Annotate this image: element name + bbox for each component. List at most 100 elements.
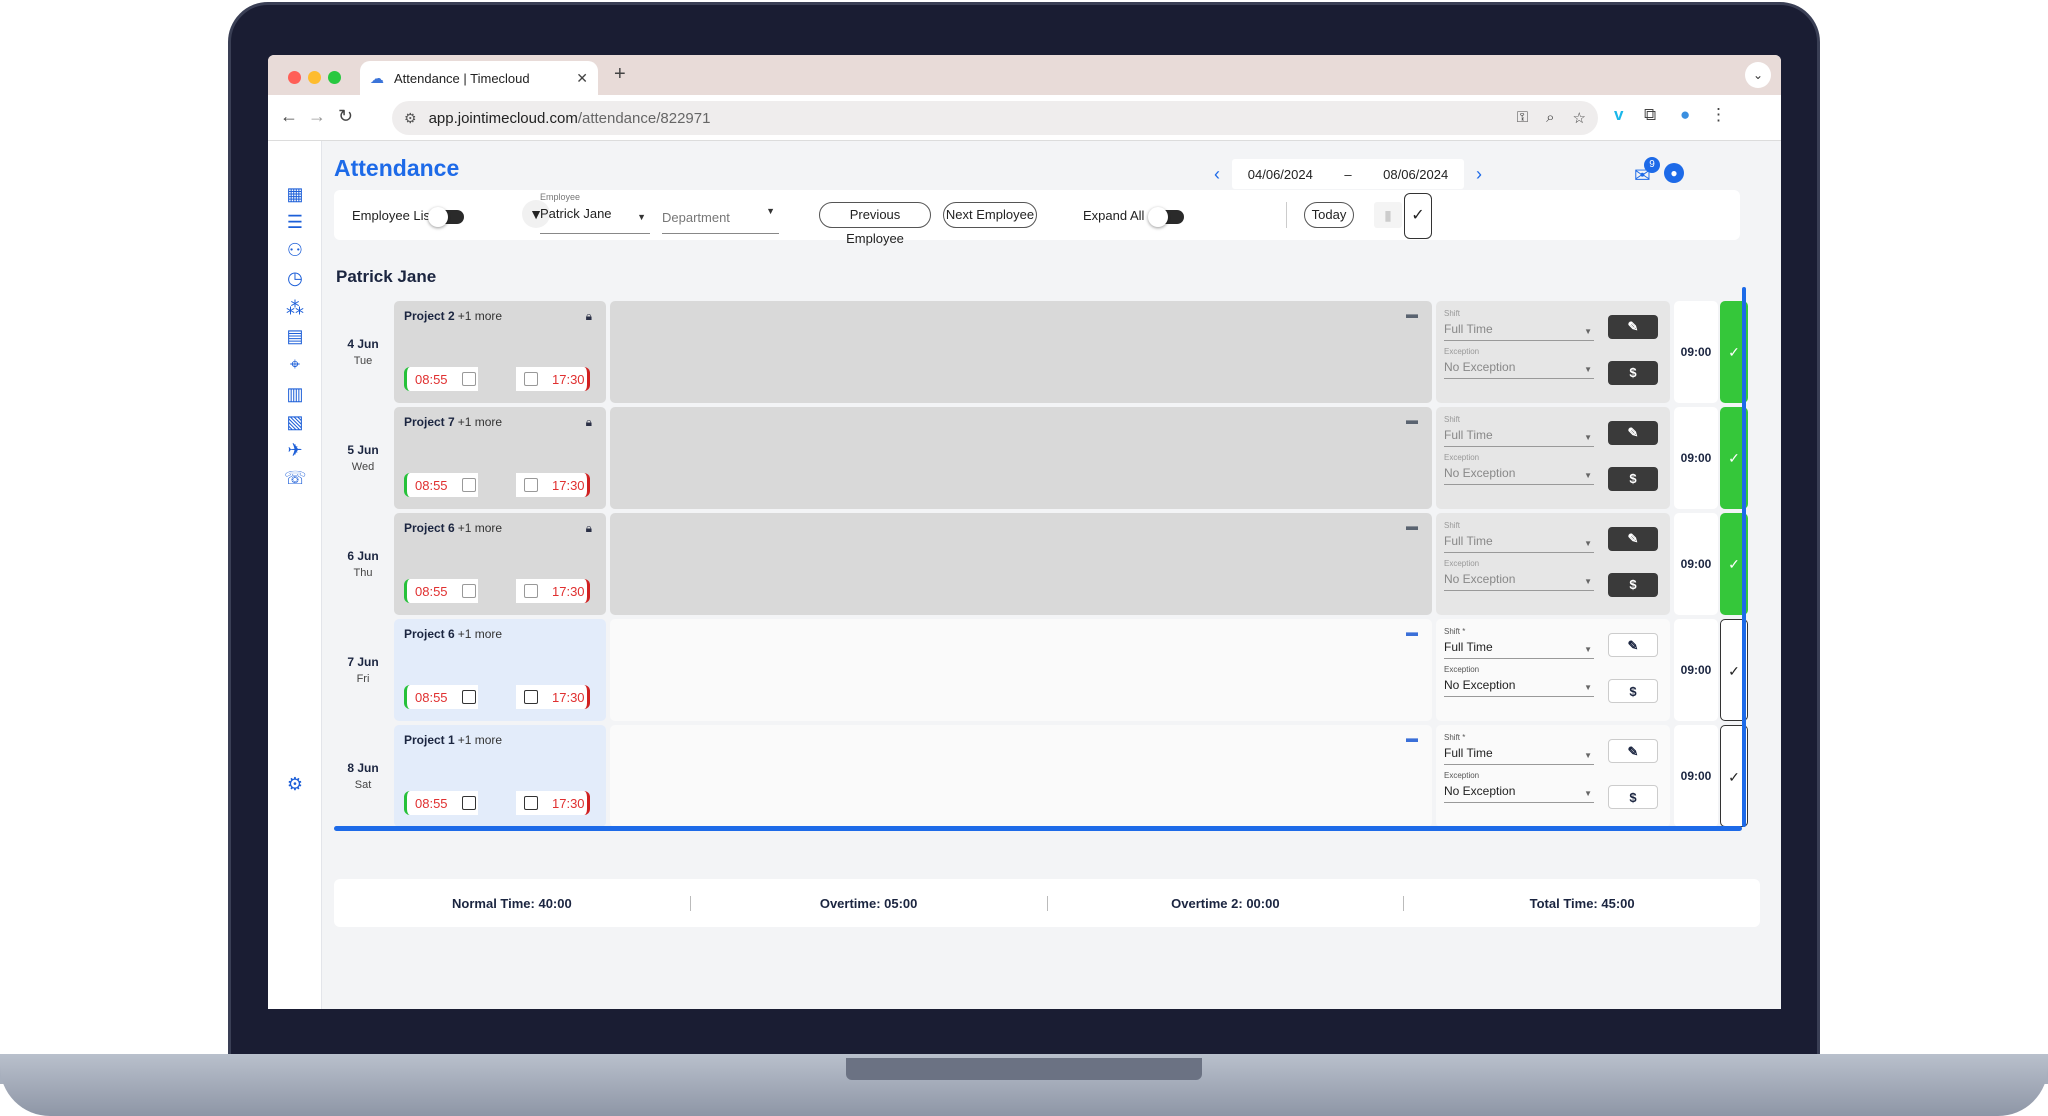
notes-area[interactable]: ▬ <box>610 619 1432 721</box>
expand-all-toggle[interactable] <box>1148 207 1184 227</box>
comment-icon[interactable]: ▬ <box>1406 413 1418 427</box>
expense-button[interactable]: $ <box>1608 467 1658 491</box>
project-more[interactable]: +1 more <box>458 415 502 429</box>
previous-period-icon[interactable]: ‹ <box>1202 164 1232 185</box>
project-more[interactable]: +1 more <box>458 521 502 535</box>
clock-out-field[interactable]: 17:30 <box>516 579 590 603</box>
password-key-icon[interactable]: ⚿ <box>1517 109 1528 127</box>
forward-icon[interactable]: → <box>308 106 326 127</box>
notes-area[interactable]: ▬ <box>610 301 1432 403</box>
clock-out-checkbox[interactable] <box>524 478 538 492</box>
clock-in-field[interactable]: 08:55 <box>404 791 478 815</box>
browser-menu-icon[interactable]: ⋮ <box>1710 105 1727 125</box>
address-bar[interactable]: ⚙ app.jointimecloud.com/attendance/82297… <box>392 101 1598 135</box>
extensions-puzzle-icon[interactable]: ⧉ <box>1644 105 1656 125</box>
project-more[interactable]: +1 more <box>458 309 502 323</box>
document-icon[interactable]: ▧ <box>284 411 306 433</box>
shift-select[interactable]: Shift * Full Time ▼ <box>1444 627 1594 659</box>
clock-out-field[interactable]: 17:30 <box>516 367 590 391</box>
comment-icon[interactable]: ▬ <box>1406 307 1418 321</box>
expense-button[interactable]: $ <box>1608 785 1658 809</box>
maximize-window-button[interactable] <box>328 71 341 84</box>
exception-select[interactable]: Exception No Exception ▼ <box>1444 665 1594 697</box>
comment-icon[interactable]: ▬ <box>1406 625 1418 639</box>
list-icon[interactable]: ☰ <box>284 211 306 233</box>
group-icon[interactable]: ⁂ <box>284 297 306 319</box>
clock-icon[interactable]: ◷ <box>284 267 306 289</box>
clock-in-field[interactable]: 08:55 <box>404 367 478 391</box>
team-icon[interactable]: ⚇ <box>284 239 306 261</box>
clock-in-field[interactable]: 08:55 <box>404 579 478 603</box>
clock-in-checkbox[interactable] <box>461 690 476 704</box>
edit-button[interactable]: ✎ <box>1608 633 1658 657</box>
phone-icon[interactable]: ☏ <box>284 467 307 489</box>
new-tab-button[interactable]: + <box>614 63 626 86</box>
site-info-icon[interactable]: ⚙ <box>404 110 417 127</box>
project-card[interactable]: Project 1 +1 more 08:55 17:30 <box>394 725 606 827</box>
expense-button[interactable]: $ <box>1608 679 1658 703</box>
close-window-button[interactable] <box>288 71 301 84</box>
date-range-field[interactable]: 04/06/2024 – 08/06/2024 <box>1232 159 1464 189</box>
flight-icon[interactable]: ✈ <box>284 439 306 461</box>
project-more[interactable]: +1 more <box>458 733 502 747</box>
minimize-window-button[interactable] <box>308 71 321 84</box>
clock-out-checkbox[interactable] <box>524 690 538 704</box>
previous-employee-button[interactable]: Previous Employee <box>819 202 931 246</box>
project-more[interactable]: +1 more <box>458 627 502 641</box>
shift-select[interactable]: Shift Full Time ▼ <box>1444 309 1594 341</box>
employee-list-toggle[interactable] <box>428 207 464 227</box>
exception-select[interactable]: Exception No Exception ▼ <box>1444 771 1594 803</box>
shift-select[interactable]: Shift * Full Time ▼ <box>1444 733 1594 765</box>
project-card[interactable]: Project 6 +1 more 🔒︎ 08:55 17:30 <box>394 513 606 615</box>
horizontal-scrollbar[interactable] <box>334 826 1742 831</box>
edit-button[interactable]: ✎ <box>1608 315 1658 339</box>
calendar-icon[interactable]: ▤ <box>284 325 306 347</box>
clock-in-checkbox[interactable] <box>461 478 476 492</box>
project-card[interactable]: Project 7 +1 more 🔒︎ 08:55 17:30 <box>394 407 606 509</box>
approve-all-button[interactable]: ✓ <box>1404 193 1432 239</box>
edit-button[interactable]: ✎ <box>1608 421 1658 445</box>
clock-in-field[interactable]: 08:55 <box>404 473 478 497</box>
clock-out-field[interactable]: 17:30 <box>516 685 590 709</box>
clock-in-checkbox[interactable] <box>461 372 476 386</box>
next-period-icon[interactable]: › <box>1464 164 1494 185</box>
bookmark-star-icon[interactable]: ☆ <box>1573 109 1586 127</box>
clock-out-checkbox[interactable] <box>524 584 538 598</box>
clock-out-checkbox[interactable] <box>524 372 538 386</box>
edit-button[interactable]: ✎ <box>1608 527 1658 551</box>
clock-in-checkbox[interactable] <box>461 796 476 810</box>
project-card[interactable]: Project 2 +1 more 🔒︎ 08:55 17:30 <box>394 301 606 403</box>
clock-in-field[interactable]: 08:55 <box>404 685 478 709</box>
browser-tab[interactable]: ☁ Attendance | Timecloud ✕ <box>360 61 598 95</box>
shift-select[interactable]: Shift Full Time ▼ <box>1444 521 1594 553</box>
account-icon[interactable]: ● <box>1664 163 1684 183</box>
delete-icon[interactable]: ▮ <box>1374 202 1402 228</box>
exception-select[interactable]: Exception No Exception ▼ <box>1444 559 1594 591</box>
notes-area[interactable]: ▬ <box>610 725 1432 827</box>
vimeo-extension-icon[interactable]: v <box>1614 105 1623 125</box>
today-button[interactable]: Today <box>1304 202 1354 228</box>
exception-select[interactable]: Exception No Exception ▼ <box>1444 453 1594 485</box>
expense-button[interactable]: $ <box>1608 361 1658 385</box>
back-icon[interactable]: ← <box>280 106 298 127</box>
exception-select[interactable]: Exception No Exception ▼ <box>1444 347 1594 379</box>
clock-in-checkbox[interactable] <box>461 584 476 598</box>
comment-icon[interactable]: ▬ <box>1406 731 1418 745</box>
profile-extension-icon[interactable]: ● <box>1680 105 1690 125</box>
clock-out-field[interactable]: 17:30 <box>516 791 590 815</box>
department-select[interactable]: Department ▼ <box>662 192 779 234</box>
close-tab-icon[interactable]: ✕ <box>576 70 588 87</box>
tab-search-button[interactable]: ⌄ <box>1745 62 1771 88</box>
zoom-icon[interactable]: ⌕ <box>1546 109 1554 127</box>
reload-icon[interactable]: ↻ <box>338 106 353 127</box>
vertical-scrollbar[interactable] <box>1742 287 1746 827</box>
notes-area[interactable]: ▬ <box>610 513 1432 615</box>
dashboard-icon[interactable]: ▦ <box>284 183 306 205</box>
building-icon[interactable]: ▥ <box>284 383 306 405</box>
shift-select[interactable]: Shift Full Time ▼ <box>1444 415 1594 447</box>
edit-button[interactable]: ✎ <box>1608 739 1658 763</box>
notes-area[interactable]: ▬ <box>610 407 1432 509</box>
clock-out-field[interactable]: 17:30 <box>516 473 590 497</box>
location-icon[interactable]: ⌖ <box>284 353 306 375</box>
expense-button[interactable]: $ <box>1608 573 1658 597</box>
